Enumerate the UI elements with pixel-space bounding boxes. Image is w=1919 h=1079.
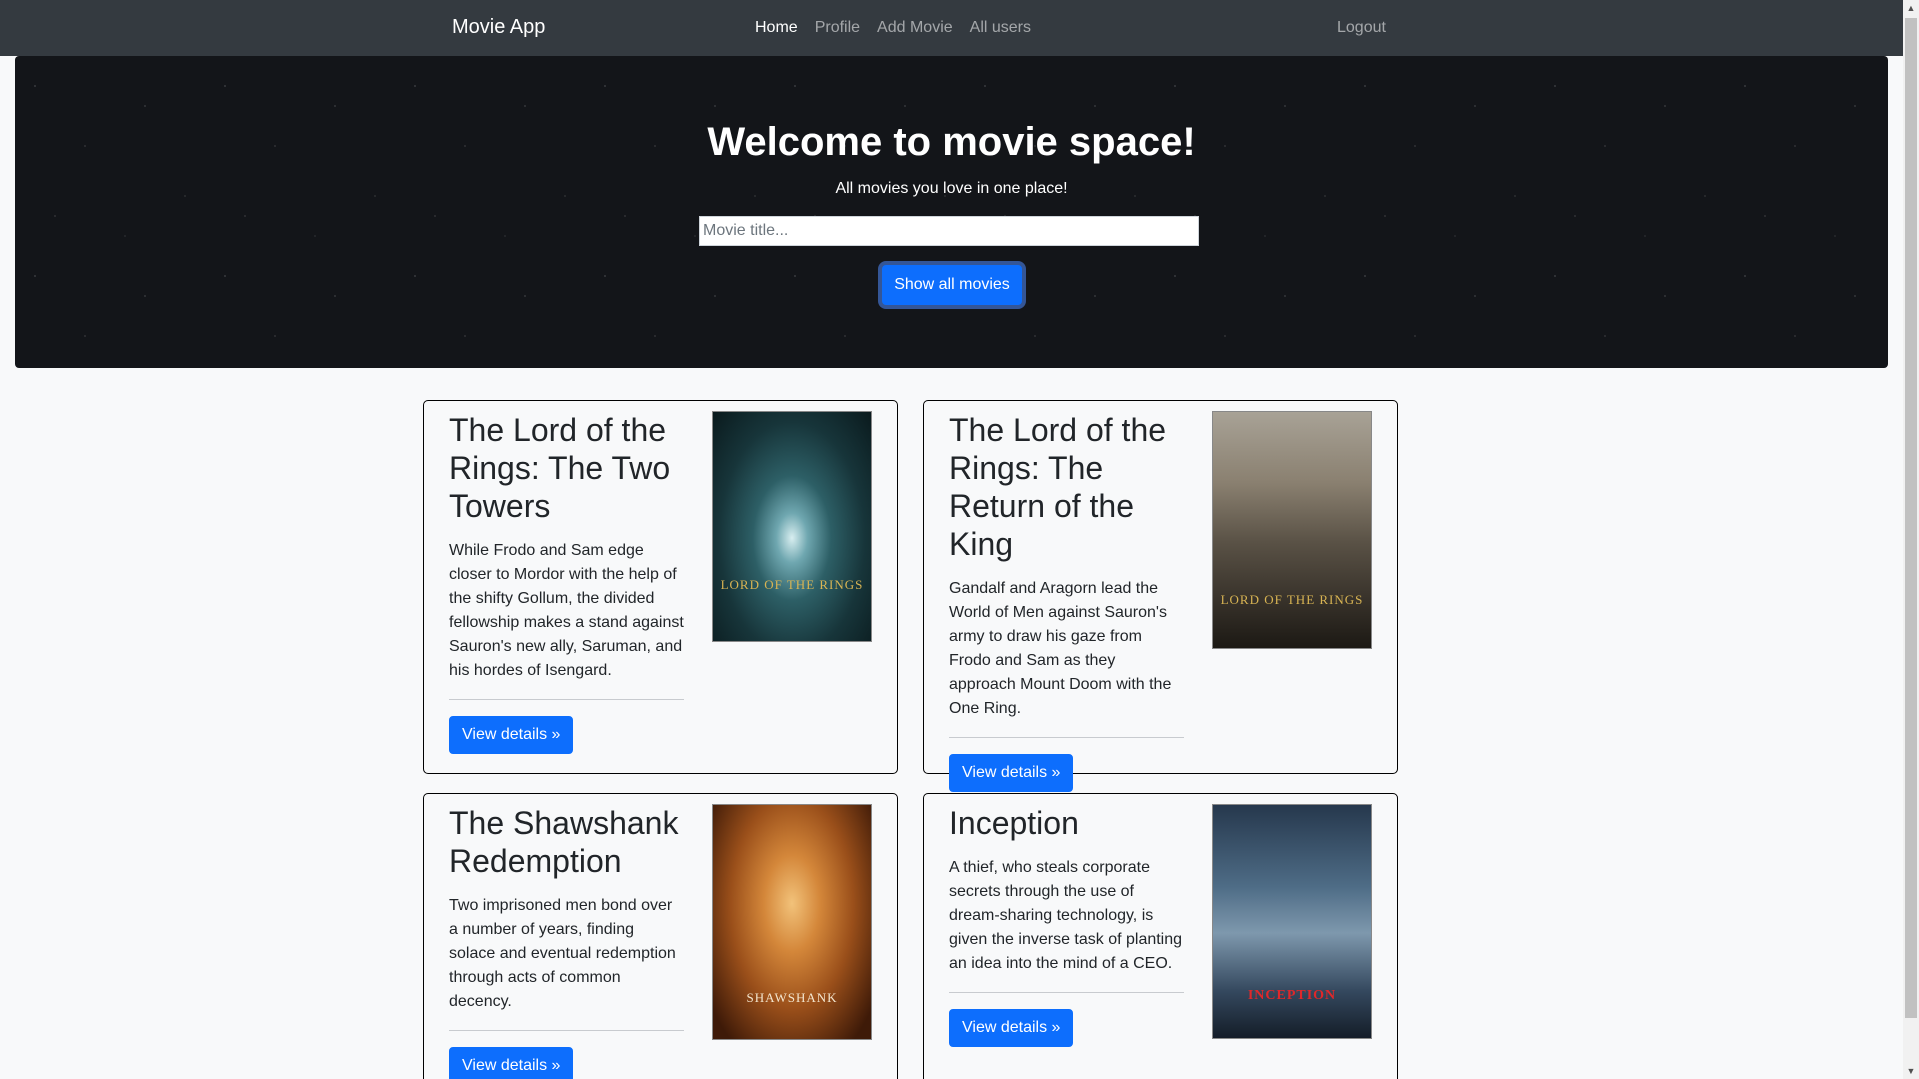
nav-link-all-users[interactable]: All users xyxy=(970,19,1031,37)
movie-poster: LORD OF THE RINGS xyxy=(712,411,872,642)
movie-card: The Lord of the Rings: The Return of the… xyxy=(923,400,1398,792)
movie-card: Inception A thief, who steals corporate … xyxy=(923,793,1398,1079)
logout-link[interactable]: Logout xyxy=(1337,19,1386,37)
poster-text: LORD OF THE RINGS xyxy=(1220,592,1364,607)
movie-title: The Shawshank Redemption xyxy=(449,805,679,879)
movie-title: The Lord of the Rings: The Return of the… xyxy=(949,412,1167,562)
scrollbar-thumb[interactable] xyxy=(1905,18,1917,1018)
divider xyxy=(449,1030,684,1031)
scroll-down-icon[interactable]: ▼ xyxy=(1903,1063,1919,1079)
movie-poster: INCEPTION xyxy=(1212,804,1372,1039)
hero-subtitle: All movies you love in one place! xyxy=(835,180,1068,197)
show-all-movies-button[interactable]: Show all movies xyxy=(882,265,1022,305)
hero-banner: Welcome to movie space! All movies you l… xyxy=(15,56,1888,368)
poster-text: LORD OF THE RINGS xyxy=(720,577,864,592)
view-details-button[interactable]: View details » xyxy=(949,1009,1074,1047)
divider xyxy=(949,737,1184,738)
view-details-button[interactable]: View details » xyxy=(449,716,574,754)
scroll-up-icon[interactable]: ▲ xyxy=(1903,0,1919,16)
brand-logo[interactable]: Movie App xyxy=(452,16,545,39)
movie-description: Gandalf and Aragorn lead the World of Me… xyxy=(949,580,1172,717)
nav-links: Home Profile Add Movie All users xyxy=(755,19,1031,37)
view-details-button[interactable]: View details » xyxy=(949,754,1074,792)
movie-description: While Frodo and Sam edge closer to Mordo… xyxy=(449,542,684,679)
hero-title: Welcome to movie space! xyxy=(707,120,1196,164)
movie-description: A thief, who steals corporate secrets th… xyxy=(949,859,1183,972)
page-scrollbar[interactable]: ▲ ▼ xyxy=(1903,0,1919,1079)
movie-title: Inception xyxy=(949,805,1079,841)
divider xyxy=(949,992,1184,993)
divider xyxy=(449,699,684,700)
movie-card: The Lord of the Rings: The Two Towers Wh… xyxy=(423,400,898,774)
nav-link-profile[interactable]: Profile xyxy=(815,19,860,37)
movie-card: The Shawshank Redemption Two imprisoned … xyxy=(423,793,898,1079)
movie-poster: LORD OF THE RINGS xyxy=(1212,411,1372,649)
navbar: Movie App Home Profile Add Movie All use… xyxy=(0,0,1903,56)
nav-link-home[interactable]: Home xyxy=(755,19,798,37)
poster-text: INCEPTION xyxy=(1247,988,1337,1003)
movie-description: Two imprisoned men bond over a number of… xyxy=(449,897,676,1010)
nav-link-add-movie[interactable]: Add Movie xyxy=(877,19,953,37)
movie-title: The Lord of the Rings: The Two Towers xyxy=(449,412,671,524)
movie-search-input[interactable] xyxy=(699,216,1199,246)
view-details-button[interactable]: View details » xyxy=(449,1047,574,1079)
poster-text: SHAWSHANK xyxy=(746,990,838,1005)
movie-poster: SHAWSHANK xyxy=(712,804,872,1040)
